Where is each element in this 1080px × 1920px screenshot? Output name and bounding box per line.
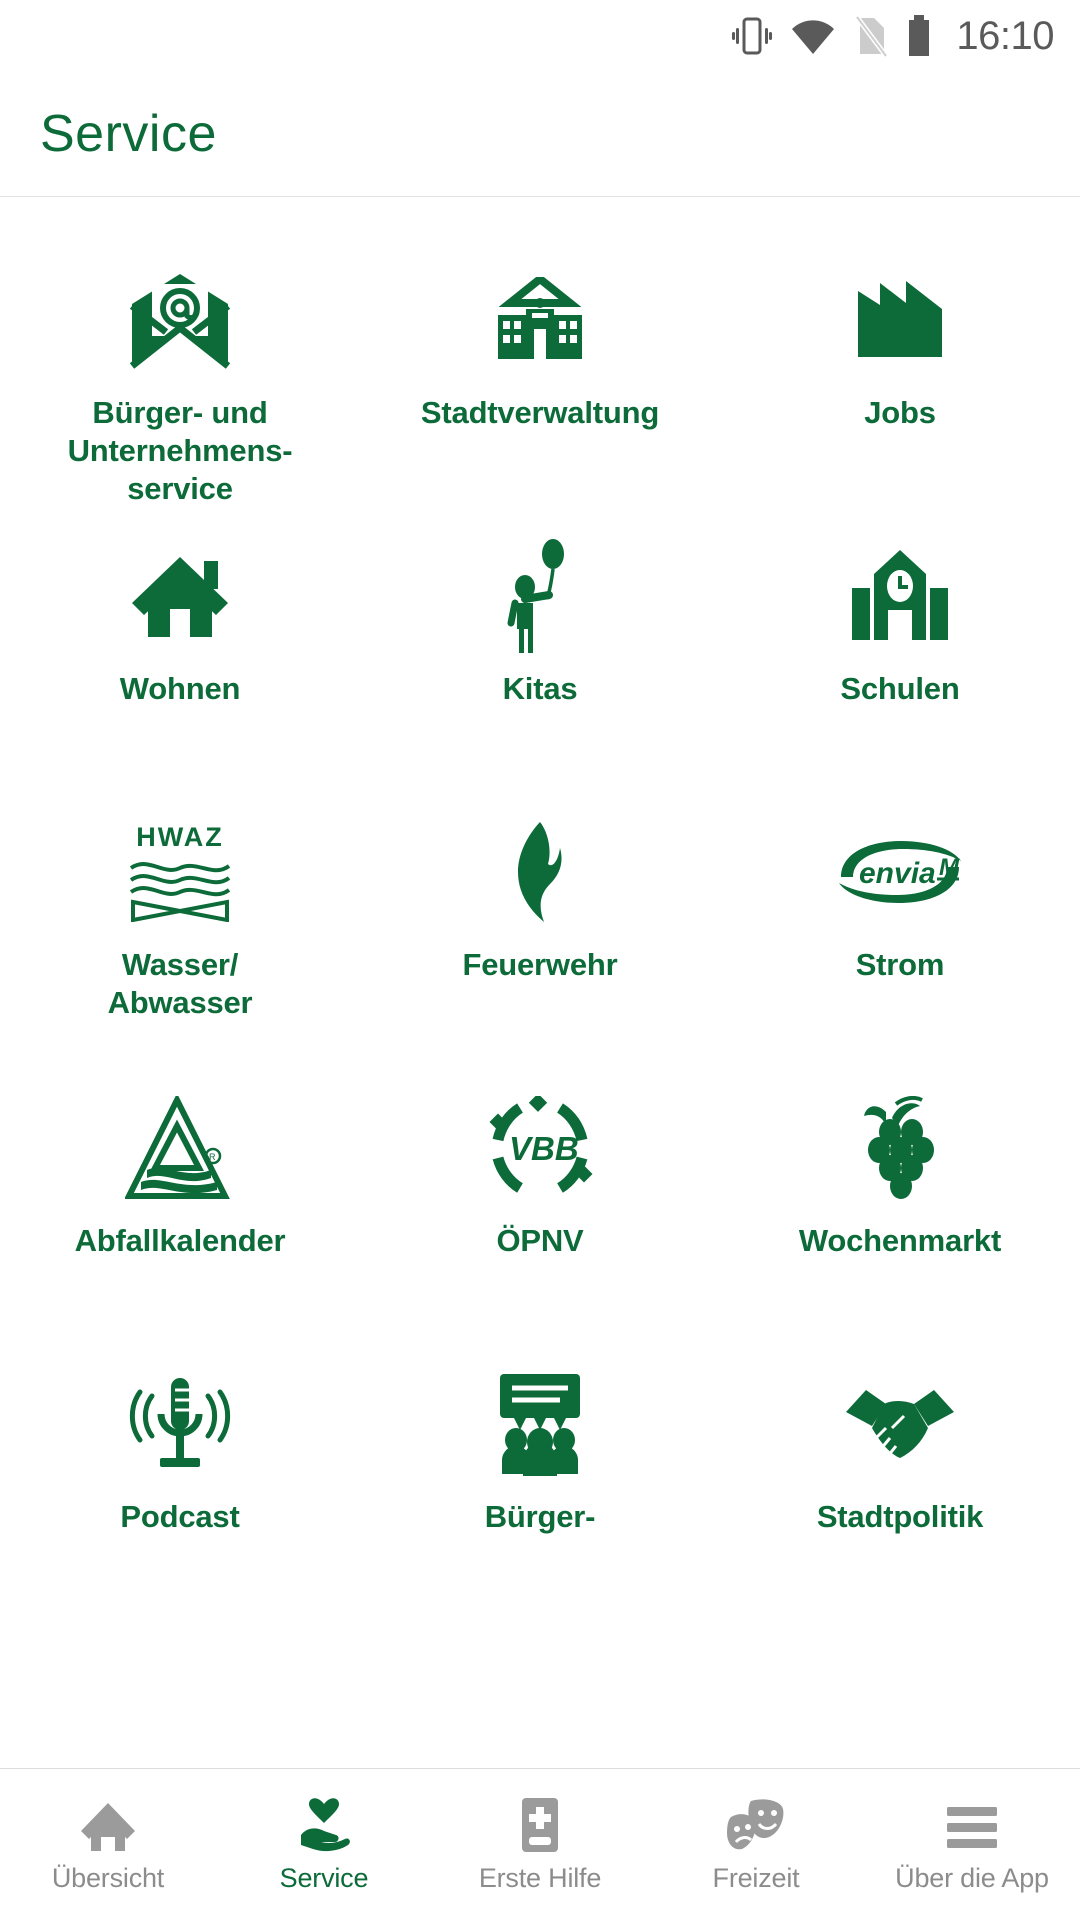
service-grid-scroll[interactable]: Bürger- und Unternehmens- service Stadtv…: [0, 198, 1080, 1768]
tile-wochenmarkt[interactable]: Wochenmarkt: [720, 1078, 1080, 1354]
envia-m-logo-icon: envia M: [835, 816, 965, 928]
tile-label: ÖPNV: [496, 1223, 584, 1258]
svg-text:VBB: VBB: [509, 1130, 579, 1167]
tile-label: Feuerwehr: [462, 947, 618, 982]
tile-jobs[interactable]: Jobs: [720, 250, 1080, 526]
tile-strom[interactable]: envia M Strom: [720, 802, 1080, 1078]
vbb-logo-icon: VBB: [486, 1092, 594, 1204]
nav-item-label: Erste Hilfe: [478, 1863, 602, 1893]
house-icon: [126, 540, 234, 652]
tile-label: Strom: [855, 947, 945, 982]
child-balloon-icon: [505, 539, 575, 653]
nav-item-erste-hilfe[interactable]: Erste Hilfe: [432, 1769, 648, 1920]
tile-label: Wasser/ Abwasser: [107, 947, 253, 1020]
town-hall-icon: [484, 264, 596, 376]
tile-label: Bürger-: [484, 1499, 596, 1534]
nav-item-service[interactable]: Service: [216, 1769, 432, 1920]
first-aid-icon: [518, 1795, 562, 1853]
page-title: Service: [40, 105, 217, 163]
service-grid: Bürger- und Unternehmens- service Stadtv…: [0, 198, 1080, 1630]
tile-kitas[interactable]: Kitas: [360, 526, 720, 802]
tile-label: Jobs: [864, 395, 936, 430]
handshake-icon: [842, 1368, 958, 1480]
wifi-icon: [790, 16, 836, 56]
nav-item-label: Service: [279, 1863, 369, 1893]
hwaz-logo-icon: HWAZ: [127, 816, 233, 928]
vibrate-icon: [732, 14, 773, 58]
nav-item-ueber-die-app[interactable]: Über die App: [864, 1769, 1080, 1920]
speech-people-icon: [490, 1368, 590, 1480]
nav-item-freizeit[interactable]: Freizeit: [648, 1769, 864, 1920]
home-icon: [79, 1795, 137, 1853]
tile-abfallkalender[interactable]: R Abfallkalender: [0, 1078, 360, 1354]
status-clock: 16:10: [956, 13, 1054, 58]
tile-label: Abfallkalender: [74, 1223, 286, 1258]
app-bar: Service: [0, 72, 1080, 197]
tile-label: Wohnen: [119, 671, 241, 706]
envelope-at-icon: [126, 264, 234, 376]
tile-label: Stadtpolitik: [816, 1499, 984, 1534]
nav-item-label: Über die App: [895, 1863, 1049, 1893]
tile-stadtverwaltung[interactable]: Stadtverwaltung: [360, 250, 720, 526]
tile-label: Bürger- und Unternehmens- service: [67, 395, 293, 506]
flame-icon: [504, 816, 576, 928]
nav-item-uebersicht[interactable]: Übersicht: [0, 1769, 216, 1920]
nav-item-label: Freizeit: [712, 1863, 800, 1893]
tile-feuerwehr[interactable]: Feuerwehr: [360, 802, 720, 1078]
tile-stadtpolitik[interactable]: Stadtpolitik: [720, 1354, 1080, 1630]
battery-icon: [906, 14, 932, 58]
sim-off-icon: [854, 14, 889, 58]
nav-item-label: Übersicht: [51, 1863, 165, 1893]
tile-oepnv[interactable]: VBB ÖPNV: [360, 1078, 720, 1354]
school-clock-icon: [844, 540, 956, 652]
tile-buerger[interactable]: Bürger-: [360, 1354, 720, 1630]
theater-masks-icon: [725, 1795, 787, 1853]
tile-podcast[interactable]: Podcast: [0, 1354, 360, 1630]
tile-label: Schulen: [840, 671, 960, 706]
abfallkalender-logo-icon: R: [125, 1092, 235, 1204]
tile-label: Wochenmarkt: [798, 1223, 1002, 1258]
hwaz-wordmark: HWAZ: [136, 822, 224, 852]
tile-label: Kitas: [502, 671, 578, 706]
tile-label: Stadtverwaltung: [420, 395, 660, 430]
heart-hand-icon: [293, 1795, 355, 1853]
svg-text:envia: envia: [859, 857, 936, 890]
tile-schulen[interactable]: Schulen: [720, 526, 1080, 802]
hamburger-icon: [941, 1795, 1003, 1853]
bottom-navigation: Übersicht Service Erste Hilfe Freizeit Ü…: [0, 1768, 1080, 1920]
svg-text:R: R: [209, 1152, 216, 1162]
status-bar: 16:10: [0, 0, 1080, 72]
microphone-icon: [128, 1368, 232, 1480]
tile-wohnen[interactable]: Wohnen: [0, 526, 360, 802]
svg-text:M: M: [939, 854, 960, 881]
factory-icon: [850, 264, 950, 376]
tile-label: Podcast: [120, 1499, 240, 1534]
tile-wasser-abwasser[interactable]: HWAZ Wasser/ Abwasser: [0, 802, 360, 1078]
grapes-icon: [852, 1092, 948, 1204]
tile-buerger-unternehmensservice[interactable]: Bürger- und Unternehmens- service: [0, 250, 360, 526]
